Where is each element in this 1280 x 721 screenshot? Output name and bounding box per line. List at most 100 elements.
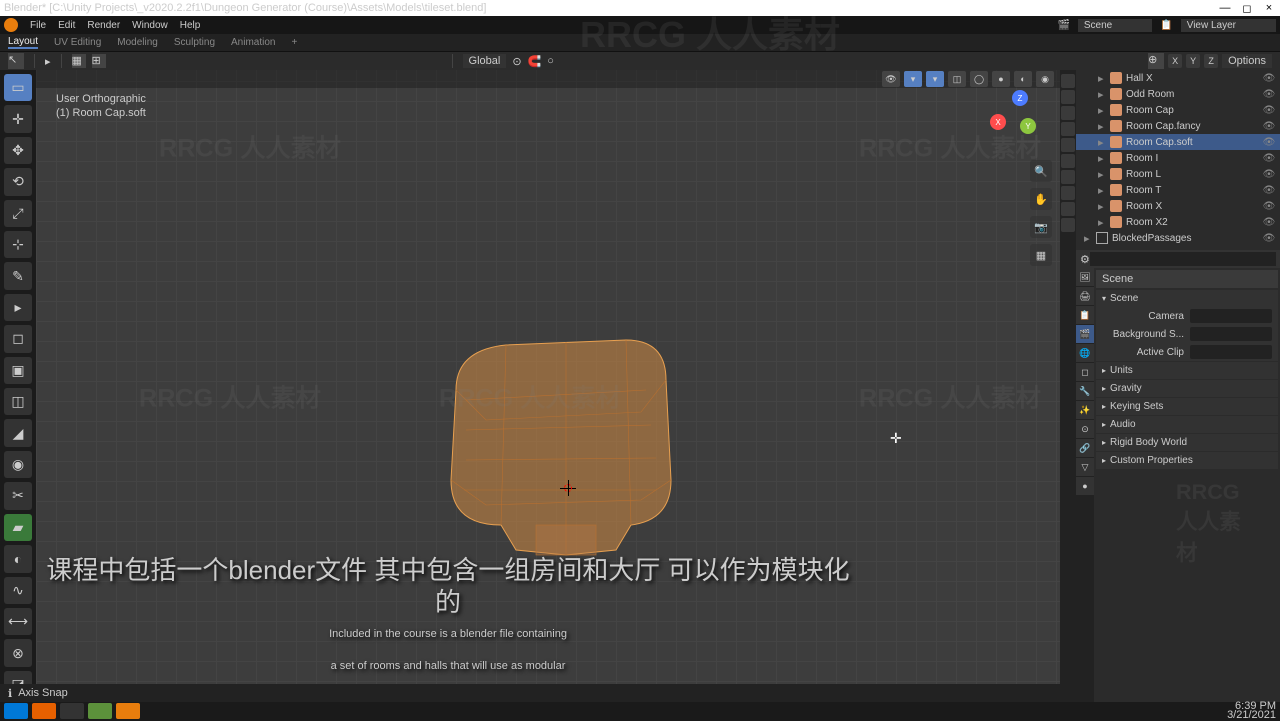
clip-field[interactable] bbox=[1190, 345, 1272, 359]
tool-loopcut[interactable]: ◉ bbox=[4, 451, 32, 478]
search-input[interactable] bbox=[1090, 252, 1276, 266]
xray-icon[interactable]: ◫ bbox=[948, 71, 966, 87]
section-scene-header[interactable]: Scene bbox=[1096, 290, 1278, 307]
prop-section[interactable]: Custom Properties bbox=[1096, 452, 1278, 469]
ptab-mesh[interactable]: ▽ bbox=[1076, 458, 1094, 476]
proportional-icon[interactable]: ○ bbox=[547, 55, 554, 67]
ptab-output[interactable]: 🖨 bbox=[1076, 287, 1094, 305]
gizmo-x[interactable]: X bbox=[990, 114, 1006, 130]
ptab-material[interactable]: ● bbox=[1076, 477, 1094, 495]
tool-spin[interactable]: ◐ bbox=[4, 545, 32, 572]
3d-viewport[interactable]: 👁 ▾ ▾ ◫ ◯ ● ◐ ◉ User Orthographic (1) Ro… bbox=[36, 70, 1060, 702]
taskbar-app[interactable] bbox=[60, 703, 84, 719]
gizmo-y[interactable]: Y bbox=[1020, 118, 1036, 134]
ptab-world[interactable]: 🌐 bbox=[1076, 344, 1094, 362]
tool-scale[interactable]: ⤢ bbox=[4, 200, 32, 227]
tool-annotate[interactable]: ✎ bbox=[4, 262, 32, 289]
outliner[interactable]: ▸Hall X👁▸Odd Room👁▸Room Cap👁▸Room Cap.fa… bbox=[1076, 70, 1280, 250]
filter-icon[interactable]: ⚙ bbox=[1080, 253, 1090, 266]
gizmo-icon[interactable]: ▾ bbox=[904, 71, 922, 87]
ptab-object[interactable]: ◻ bbox=[1076, 363, 1094, 381]
persp-icon[interactable]: ▦ bbox=[1030, 244, 1052, 266]
ptab-particles[interactable]: ✨ bbox=[1076, 401, 1094, 419]
tool-select[interactable]: ▭ bbox=[4, 74, 32, 101]
minimize-icon[interactable]: — bbox=[1218, 2, 1232, 15]
axis-x[interactable]: X bbox=[1168, 54, 1182, 68]
tab-layout[interactable]: Layout bbox=[8, 36, 38, 49]
overlays-icon[interactable]: 👁 bbox=[882, 71, 900, 87]
snap-icon-2[interactable]: ⊞ bbox=[92, 54, 106, 68]
outliner-row[interactable]: ▸Room Cap.fancy👁 bbox=[1076, 118, 1280, 134]
tool-smooth[interactable]: ∿ bbox=[4, 577, 32, 604]
strip-icon[interactable] bbox=[1061, 170, 1075, 184]
prop-section[interactable]: Audio bbox=[1096, 416, 1278, 433]
gizmo-toggle-icon[interactable]: ⊕ bbox=[1148, 53, 1164, 69]
zoom-icon[interactable]: 🔍 bbox=[1030, 160, 1052, 182]
ptab-render[interactable]: 🖼 bbox=[1076, 268, 1094, 286]
ptab-viewlayer[interactable]: 📋 bbox=[1076, 306, 1094, 324]
shading-icon[interactable]: ▾ bbox=[926, 71, 944, 87]
scene-dropdown[interactable]: Scene bbox=[1078, 19, 1152, 32]
axis-y[interactable]: Y bbox=[1186, 54, 1200, 68]
ptab-scene[interactable]: 🎬 bbox=[1076, 325, 1094, 343]
tool-move[interactable]: ✥ bbox=[4, 137, 32, 164]
tab-modeling[interactable]: Modeling bbox=[117, 37, 158, 48]
menu-edit[interactable]: Edit bbox=[58, 20, 75, 31]
scene-link[interactable]: Scene bbox=[1102, 273, 1133, 285]
outliner-row[interactable]: ▸Room X2👁 bbox=[1076, 214, 1280, 230]
strip-icon[interactable] bbox=[1061, 154, 1075, 168]
outliner-row[interactable]: ▸BlockedPassages👁 bbox=[1076, 230, 1280, 246]
pivot-icon[interactable]: ⊙ bbox=[512, 55, 521, 68]
strip-icon[interactable] bbox=[1061, 106, 1075, 120]
tool-measure[interactable]: ▸ bbox=[4, 294, 32, 321]
prop-section[interactable]: Units bbox=[1096, 362, 1278, 379]
ptab-constraint[interactable]: 🔗 bbox=[1076, 439, 1094, 457]
viewlayer-dropdown[interactable]: View Layer bbox=[1181, 19, 1276, 32]
outliner-row[interactable]: ▸Room Cap👁 bbox=[1076, 102, 1280, 118]
prop-section[interactable]: Gravity bbox=[1096, 380, 1278, 397]
orientation-dropdown[interactable]: Global bbox=[463, 54, 507, 68]
rendered-icon[interactable]: ◉ bbox=[1036, 71, 1054, 87]
nav-gizmo[interactable]: Z X Y bbox=[990, 90, 1050, 150]
outliner-row[interactable]: ▸Room Cap.soft👁 bbox=[1076, 134, 1280, 150]
snap-toggle-icon[interactable]: 🧲 bbox=[528, 55, 542, 68]
strip-icon[interactable] bbox=[1061, 138, 1075, 152]
snap-icon[interactable]: ▦ bbox=[72, 54, 86, 68]
close-icon[interactable]: × bbox=[1262, 2, 1276, 15]
axis-z[interactable]: Z bbox=[1204, 54, 1218, 68]
pan-icon[interactable]: ✋ bbox=[1030, 188, 1052, 210]
tab-add[interactable]: + bbox=[291, 37, 297, 48]
prop-section[interactable]: Rigid Body World bbox=[1096, 434, 1278, 451]
menu-help[interactable]: Help bbox=[180, 20, 201, 31]
outliner-row[interactable]: ▸Odd Room👁 bbox=[1076, 86, 1280, 102]
taskbar-app[interactable] bbox=[88, 703, 112, 719]
menu-file[interactable]: File bbox=[30, 20, 46, 31]
gizmo-z[interactable]: Z bbox=[1012, 90, 1028, 106]
tab-sculpting[interactable]: Sculpting bbox=[174, 37, 215, 48]
start-icon[interactable] bbox=[4, 703, 28, 719]
camera-icon[interactable]: 📷 bbox=[1030, 216, 1052, 238]
strip-icon[interactable] bbox=[1061, 202, 1075, 216]
tool-cursor[interactable]: ✛ bbox=[4, 105, 32, 132]
strip-icon[interactable] bbox=[1061, 218, 1075, 232]
tool-add-cube[interactable]: ◻ bbox=[4, 325, 32, 352]
menu-window[interactable]: Window bbox=[132, 20, 168, 31]
wire-icon[interactable]: ◯ bbox=[970, 71, 988, 87]
outliner-row[interactable]: ▸Room X👁 bbox=[1076, 198, 1280, 214]
outliner-row[interactable]: ▸Hall X👁 bbox=[1076, 70, 1280, 86]
prop-section[interactable]: Keying Sets bbox=[1096, 398, 1278, 415]
tool-inset[interactable]: ◫ bbox=[4, 388, 32, 415]
solid-icon[interactable]: ● bbox=[992, 71, 1010, 87]
ptab-physics[interactable]: ⊙ bbox=[1076, 420, 1094, 438]
strip-icon[interactable] bbox=[1061, 186, 1075, 200]
cursor-tool-icon[interactable]: ↖ bbox=[8, 53, 24, 69]
maximize-icon[interactable]: ◻ bbox=[1240, 2, 1254, 15]
outliner-row[interactable]: ▸Room L👁 bbox=[1076, 166, 1280, 182]
tab-uv[interactable]: UV Editing bbox=[54, 37, 101, 48]
options-dropdown[interactable]: Options bbox=[1222, 54, 1272, 68]
play-icon[interactable]: ▸ bbox=[45, 55, 51, 68]
tool-rotate[interactable]: ⟲ bbox=[4, 168, 32, 195]
matprev-icon[interactable]: ◐ bbox=[1014, 71, 1032, 87]
taskbar-app[interactable] bbox=[32, 703, 56, 719]
outliner-row[interactable]: ▸Room I👁 bbox=[1076, 150, 1280, 166]
